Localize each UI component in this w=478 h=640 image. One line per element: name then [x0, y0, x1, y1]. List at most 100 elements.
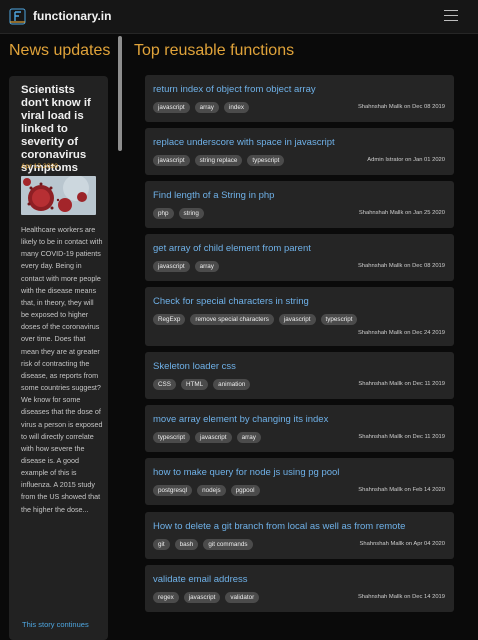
- tag-chip[interactable]: typescript: [247, 155, 285, 166]
- function-card[interactable]: how to make query for node js using pg p…: [145, 458, 454, 505]
- tag-list: git bash git commands: [153, 539, 253, 550]
- tag-chip[interactable]: bash: [174, 539, 199, 550]
- function-title-link[interactable]: validate email address: [153, 574, 248, 585]
- tag-chip[interactable]: javascript: [183, 592, 221, 603]
- tag-list: postgresql nodejs pgpool: [153, 485, 260, 496]
- on-label: on: [405, 541, 413, 547]
- function-card[interactable]: How to delete a git branch from local as…: [145, 512, 454, 559]
- tag-chip[interactable]: nodejs: [197, 485, 226, 496]
- tag-chip[interactable]: remove special characters: [190, 314, 274, 325]
- news-scrollbar[interactable]: [117, 36, 123, 640]
- tag-chip[interactable]: javascript: [194, 432, 232, 443]
- function-title-link[interactable]: Find length of a String in php: [153, 190, 274, 201]
- on-label: on: [404, 487, 411, 493]
- author-info: Shahnshah Mallk on Dec 11 2019: [358, 434, 445, 440]
- function-card[interactable]: move array element by changing its index…: [145, 405, 454, 452]
- function-title-link[interactable]: move array element by changing its index: [153, 414, 328, 425]
- function-card[interactable]: Check for special characters in string Re…: [145, 287, 454, 346]
- news-section-title: News updates: [9, 42, 111, 59]
- author-info: Shahnshah Mallk on Dec 08 2019: [358, 104, 445, 110]
- function-card[interactable]: Skeleton loader css CSS HTML animation Shahn…: [145, 352, 454, 399]
- tag-chip[interactable]: array: [194, 102, 219, 113]
- post-date: Dec 08 2019: [412, 104, 445, 110]
- on-label: on: [404, 104, 411, 110]
- author-name[interactable]: Shahnshah Mallk: [360, 541, 404, 547]
- function-card[interactable]: replace underscore with space in javascr…: [145, 128, 454, 175]
- tag-chip[interactable]: postgresql: [153, 485, 193, 496]
- brand-name[interactable]: functionary.in: [33, 9, 111, 23]
- tag-list: javascript array: [153, 261, 219, 272]
- tag-chip[interactable]: animation: [213, 379, 251, 390]
- author-name[interactable]: Shahnshah Mallk: [359, 210, 403, 216]
- scroll-thumb[interactable]: [118, 36, 122, 151]
- tag-chip[interactable]: CSS: [153, 379, 176, 390]
- author-info: Shahnshah Mallk on Feb 14 2020: [358, 487, 445, 493]
- function-card[interactable]: Find length of a String in php php string S…: [145, 181, 454, 228]
- tag-chip[interactable]: php: [153, 208, 174, 219]
- tag-chip[interactable]: validator: [225, 592, 260, 603]
- function-title-link[interactable]: get array of child element from parent: [153, 243, 311, 254]
- tag-chip[interactable]: javascript: [153, 261, 190, 272]
- tag-chip[interactable]: javascript: [278, 314, 316, 325]
- author-name[interactable]: Shahnshah Mallk: [358, 104, 402, 110]
- post-date: Apr 04 2020: [413, 541, 445, 547]
- tag-chip[interactable]: javascript: [153, 102, 190, 113]
- on-label: on: [404, 381, 411, 387]
- tag-chip[interactable]: pgpool: [230, 485, 260, 496]
- tag-chip[interactable]: array: [194, 261, 219, 272]
- post-date: Dec 11 2019: [412, 381, 445, 387]
- tag-chip[interactable]: string replace: [194, 155, 243, 166]
- author-info: Shahnshah Mallk on Dec 14 2019: [358, 594, 445, 600]
- tag-chip[interactable]: HTML: [180, 379, 209, 390]
- function-card[interactable]: get array of child element from parent ja…: [145, 234, 454, 281]
- post-date: Dec 24 2019: [412, 330, 445, 336]
- news-date: Apr 13 2020: [21, 163, 59, 170]
- author-info: Admin Istrator on Jan 01 2020: [367, 157, 445, 163]
- functionary-logo-icon[interactable]: [9, 8, 26, 25]
- tag-chip[interactable]: javascript: [153, 155, 190, 166]
- tag-chip[interactable]: index: [223, 102, 250, 113]
- post-date: Jan 25 2020: [413, 210, 445, 216]
- tag-chip[interactable]: array: [236, 432, 261, 443]
- post-date: Dec 08 2019: [412, 263, 445, 269]
- tag-list: RegExp remove special characters javascrip…: [153, 314, 358, 325]
- author-name[interactable]: Shahnshah Mallk: [358, 594, 402, 600]
- author-name[interactable]: Shahnshah Mallk: [358, 381, 402, 387]
- author-info: Shahnshah Mallk on Jan 25 2020: [359, 210, 445, 216]
- post-date: Dec 14 2019: [412, 594, 445, 600]
- author-name[interactable]: Shahnshah Mallk: [358, 263, 402, 269]
- coronavirus-image: [21, 176, 96, 215]
- tag-chip[interactable]: git commands: [203, 539, 253, 550]
- news-body: Healthcare workers are likely to be in c…: [21, 225, 103, 514]
- tag-chip[interactable]: git: [153, 539, 170, 550]
- function-title-link[interactable]: Check for special characters in string: [153, 296, 309, 307]
- on-label: on: [404, 263, 411, 269]
- tag-chip[interactable]: string: [178, 208, 204, 219]
- tag-list: php string: [153, 208, 204, 219]
- news-headline[interactable]: Scientists don't know if viral load is l…: [21, 84, 103, 175]
- author-name[interactable]: Admin Istrator: [367, 157, 403, 163]
- function-title-link[interactable]: Skeleton loader css: [153, 361, 236, 372]
- function-title-link[interactable]: return index of object from object array: [153, 84, 316, 95]
- author-name[interactable]: Shahnshah Mallk: [358, 330, 402, 336]
- author-name[interactable]: Shahnshah Mallk: [358, 487, 402, 493]
- tag-chip[interactable]: RegExp: [153, 314, 186, 325]
- on-label: on: [404, 330, 411, 336]
- tag-list: javascript string replace typescript: [153, 155, 285, 166]
- hamburger-menu-icon[interactable]: [444, 10, 458, 22]
- story-continues-link[interactable]: This story continues: [22, 620, 89, 629]
- post-date: Jan 01 2020: [413, 157, 445, 163]
- function-title-link[interactable]: How to delete a git branch from local as…: [153, 521, 405, 532]
- author-name[interactable]: Shahnshah Mallk: [358, 434, 402, 440]
- author-info: Shahnshah Mallk on Apr 04 2020: [360, 541, 445, 547]
- tag-list: regex javascript validator: [153, 592, 260, 603]
- function-card[interactable]: return index of object from object array…: [145, 75, 454, 122]
- function-card[interactable]: validate email address regex javascript val…: [145, 565, 454, 612]
- author-info: Shahnshah Mallk on Dec 08 2019: [358, 263, 445, 269]
- function-title-link[interactable]: replace underscore with space in javascr…: [153, 137, 335, 148]
- tag-chip[interactable]: typescript: [320, 314, 358, 325]
- function-title-link[interactable]: how to make query for node js using pg p…: [153, 467, 339, 478]
- functions-section-title: Top reusable functions: [134, 42, 295, 59]
- tag-chip[interactable]: regex: [153, 592, 179, 603]
- tag-chip[interactable]: typescript: [153, 432, 190, 443]
